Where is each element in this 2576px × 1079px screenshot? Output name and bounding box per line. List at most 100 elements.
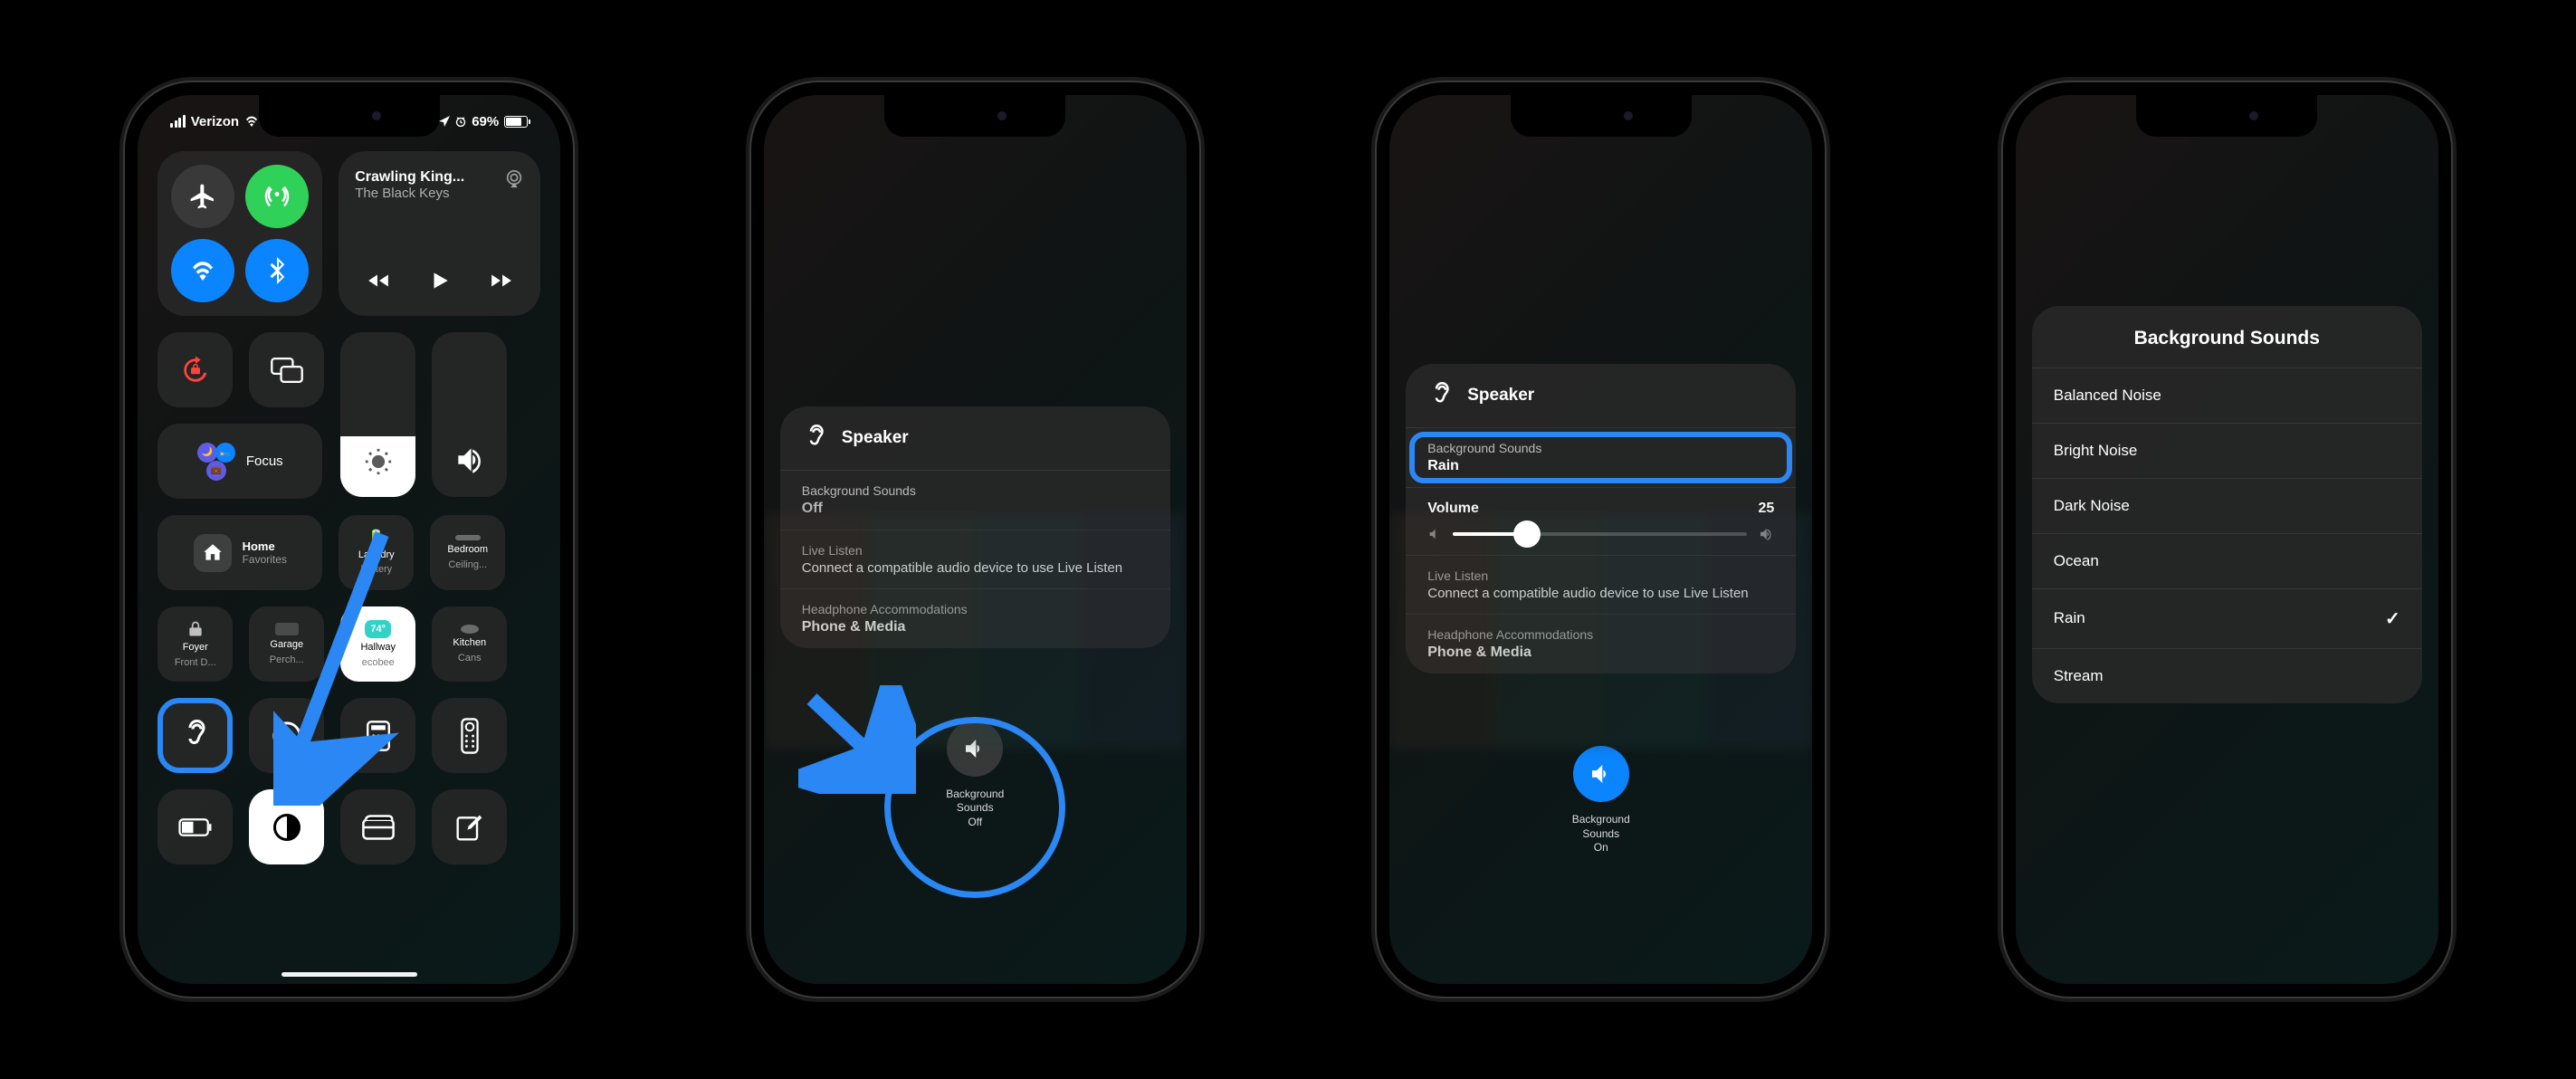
alarm-icon [455, 116, 466, 127]
remote-icon [460, 718, 480, 754]
ear-icon [1427, 382, 1455, 409]
focus-label: Focus [246, 454, 283, 469]
bedroom-tile[interactable]: Bedroom Ceiling... [430, 515, 505, 590]
notes-button[interactable] [432, 789, 507, 864]
sound-option-ocean[interactable]: Ocean [2032, 533, 2422, 588]
carrier-label: Verizon [191, 114, 239, 129]
compose-icon [455, 813, 484, 842]
connectivity-tile[interactable] [157, 151, 322, 316]
annotation-arrow [798, 685, 916, 794]
home-indicator[interactable] [281, 972, 417, 977]
screen: Speaker Background Sounds Off Live Liste… [764, 95, 1187, 984]
focus-button[interactable]: 🌙 🛏️ 💼 Focus [157, 424, 322, 499]
ear-icon [802, 425, 829, 452]
hearing-button[interactable] [157, 698, 233, 773]
bg-sounds-label: Background Sounds [802, 483, 1149, 498]
tv-remote-button[interactable] [432, 698, 507, 773]
sound-option-stream[interactable]: Stream [2032, 648, 2422, 703]
sound-option-dark-noise[interactable]: Dark Noise [2032, 478, 2422, 533]
bedroom-title: Bedroom [447, 544, 488, 555]
screen-mirroring-icon [271, 357, 303, 384]
next-icon[interactable] [490, 269, 513, 292]
phone-3-hearing-on: Speaker Background Sounds Rain Volume 25 [1377, 82, 1825, 997]
bg-btn-title: Background Sounds [946, 788, 1004, 815]
screen: Background Sounds Balanced Noise Bright N… [2016, 95, 2438, 984]
screen-mirroring-button[interactable] [249, 332, 324, 407]
dark-mode-icon [271, 811, 303, 844]
hearing-header: Speaker [780, 406, 1170, 471]
bg-btn-title: Background Sounds [1572, 813, 1630, 840]
previous-icon[interactable] [367, 269, 390, 292]
sound-option-balanced-noise[interactable]: Balanced Noise [2032, 368, 2422, 423]
speaker-label: Speaker [842, 428, 909, 448]
list-title: Background Sounds [2032, 306, 2422, 368]
bg-btn-state: Off [968, 816, 982, 828]
bg-sounds-toggle[interactable]: Background Sounds On [1572, 746, 1630, 855]
speaker-label: Speaker [1467, 386, 1534, 406]
track-title: Crawling King... [355, 169, 504, 186]
bluetooth-icon [269, 257, 285, 284]
airplane-icon [188, 182, 217, 211]
phone-4-sound-list: Background Sounds Balanced Noise Bright N… [2003, 82, 2451, 997]
option-label: Ocean [2054, 552, 2099, 570]
kitchen-title: Kitchen [453, 637, 486, 648]
antenna-icon [263, 183, 291, 210]
wifi-icon [244, 116, 259, 127]
annotation-arrow [273, 525, 400, 806]
ear-icon [179, 720, 212, 752]
foyer-title: Foyer [183, 642, 208, 653]
phone-1-control-center: Verizon 69% [125, 82, 573, 997]
bg-sounds-row[interactable]: Background Sounds Rain [1406, 428, 1796, 488]
option-label: Stream [2054, 667, 2104, 685]
screen: Speaker Background Sounds Rain Volume 25 [1389, 95, 1812, 984]
bg-sounds-label: Background Sounds [1427, 441, 1774, 455]
notch [1511, 95, 1692, 137]
home-icon [194, 534, 232, 572]
airplay-icon[interactable] [504, 169, 524, 189]
bedroom-sub: Ceiling... [448, 559, 487, 570]
phone-2-hearing-off: Speaker Background Sounds Off Live Liste… [751, 82, 1199, 997]
location-icon [439, 116, 450, 127]
notch [2136, 95, 2317, 137]
brightness-slider[interactable] [340, 332, 415, 497]
option-label: Rain [2054, 609, 2085, 627]
bg-btn-state: On [1594, 841, 1608, 854]
lock-icon [186, 620, 205, 638]
now-playing-tile[interactable]: Crawling King... The Black Keys [339, 151, 540, 316]
hearing-header: Speaker [1406, 364, 1796, 428]
rotation-lock-icon [180, 355, 211, 386]
check-icon: ✓ [2385, 607, 2400, 630]
airplane-button[interactable] [171, 165, 234, 228]
volume-slider[interactable] [1453, 532, 1747, 536]
battery-pct: 69% [472, 114, 499, 129]
kitchen-tile[interactable]: Kitchen Cans [432, 606, 507, 682]
bluetooth-button[interactable] [245, 239, 309, 302]
light-icon [461, 625, 479, 634]
fan-icon [455, 535, 481, 540]
option-label: Balanced Noise [2054, 387, 2161, 405]
screen: Verizon 69% [138, 95, 560, 984]
battery-icon [504, 116, 528, 128]
wallet-icon [362, 814, 395, 841]
battery-icon [178, 818, 213, 836]
notch [259, 95, 440, 137]
rotation-lock-button[interactable] [157, 332, 233, 407]
play-icon[interactable] [428, 269, 452, 292]
foyer-tile[interactable]: Foyer Front D... [157, 606, 233, 682]
wifi-icon [189, 261, 216, 281]
sun-icon [363, 446, 394, 477]
sound-option-bright-noise[interactable]: Bright Noise [2032, 423, 2422, 478]
speaker-icon [1588, 760, 1615, 788]
blur-background [1389, 513, 1812, 749]
cellular-button[interactable] [245, 165, 309, 228]
option-label: Dark Noise [2054, 497, 2130, 515]
volume-slider[interactable] [432, 332, 507, 497]
low-power-button[interactable] [157, 789, 233, 864]
wifi-button[interactable] [171, 239, 234, 302]
option-label: Bright Noise [2054, 442, 2138, 460]
volume-icon [453, 443, 487, 477]
foyer-sub: Front D... [175, 657, 216, 668]
track-artist: The Black Keys [355, 186, 504, 201]
sound-option-rain[interactable]: Rain ✓ [2032, 588, 2422, 648]
kitchen-sub: Cans [458, 653, 482, 664]
